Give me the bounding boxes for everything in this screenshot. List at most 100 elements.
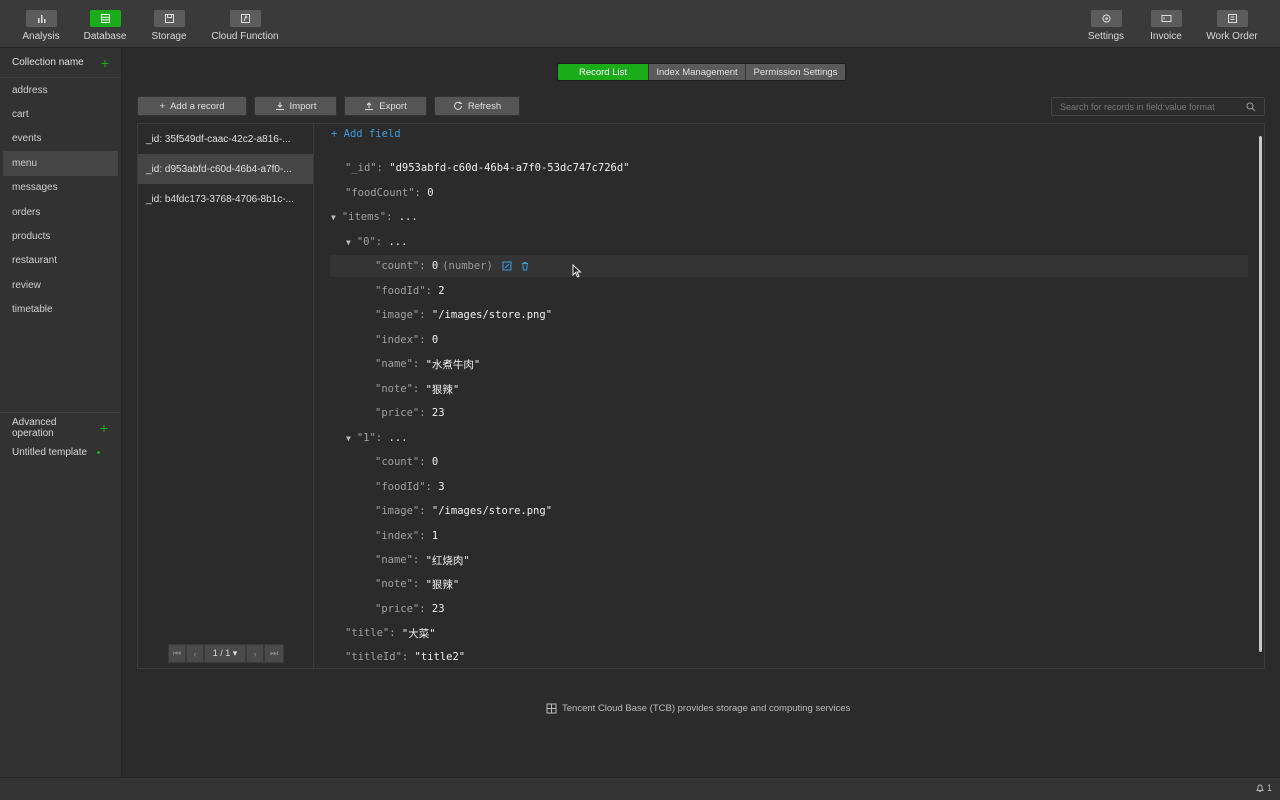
sidebar-item-address[interactable]: address: [0, 78, 121, 102]
field-value: ...: [388, 236, 408, 248]
search-icon[interactable]: [1246, 102, 1256, 112]
toolbar-cloud-function-button[interactable]: Cloud Function: [211, 0, 279, 48]
sidebar-item-menu[interactable]: menu: [3, 151, 118, 176]
next-page-button[interactable]: ›: [246, 644, 264, 663]
field-row[interactable]: "index": 1: [375, 525, 438, 547]
tab-permission-settings[interactable]: Permission Settings: [745, 64, 845, 80]
prev-page-button[interactable]: ‹: [186, 644, 204, 663]
field-row[interactable]: "foodId": 2: [375, 280, 445, 302]
field-key: "name":: [375, 358, 420, 370]
toolbar-database-button[interactable]: Database: [84, 0, 126, 48]
sidebar-item-timetable[interactable]: timetable: [0, 298, 121, 322]
field-value: "水煮牛肉": [425, 358, 481, 371]
footer-note: Tencent Cloud Base (TCB) provides storag…: [546, 703, 850, 714]
field-key: "note":: [375, 383, 420, 395]
add-record-button[interactable]: + Add a record: [137, 96, 247, 116]
toolbar-analysis-label: Analysis: [22, 31, 60, 42]
record-search-input[interactable]: Search for records in field:value format: [1051, 97, 1265, 116]
field-row[interactable]: "foodId": 3: [375, 476, 445, 498]
document-viewer: + Add field "_id": "d953abfd-c60d-46b4-a…: [315, 124, 1264, 668]
sidebar-item-cart[interactable]: cart: [0, 102, 121, 126]
sidebar-item-orders[interactable]: orders: [0, 200, 121, 224]
field-row[interactable]: "name": "水煮牛肉": [375, 353, 480, 375]
sidebar-item-messages[interactable]: messages: [0, 176, 121, 200]
toolbar-storage-label: Storage: [151, 31, 187, 42]
trash-icon[interactable]: [520, 261, 530, 271]
field-value: "大菜": [401, 627, 436, 640]
add-field-button[interactable]: + Add field: [331, 128, 401, 140]
field-key: "0":: [356, 236, 383, 248]
field-row-item-0[interactable]: ▼ "0": ...: [346, 231, 407, 253]
field-row[interactable]: "foodCount": 0: [345, 182, 434, 204]
field-row[interactable]: "note": "狠辣": [375, 378, 459, 400]
field-row[interactable]: "index": 0: [375, 329, 438, 351]
record-item[interactable]: _id: 35f549df-caac-42c2-a816-...: [138, 124, 313, 154]
sidebar-divider: [0, 412, 120, 413]
sidebar-item-restaurant[interactable]: restaurant: [0, 249, 121, 273]
field-key: "_id":: [345, 162, 383, 174]
field-key: "items":: [341, 211, 393, 223]
gear-icon: [1090, 10, 1122, 27]
field-value: 23: [431, 603, 445, 615]
advanced-operation-row[interactable]: Advanced operation +: [0, 416, 120, 440]
field-row[interactable]: "image": "/images/store.png": [375, 500, 552, 522]
field-row[interactable]: "title": "大菜": [345, 622, 436, 644]
collapse-triangle-icon[interactable]: ▼: [331, 213, 336, 222]
toolbar-storage-button[interactable]: Storage: [150, 0, 188, 48]
toolbar-invoice-button[interactable]: Invoice: [1148, 0, 1184, 48]
field-row[interactable]: "_id": "d953abfd-c60d-46b4-a7f0-53dc747c…: [345, 157, 629, 179]
import-button[interactable]: Import: [254, 96, 337, 116]
field-row[interactable]: "price": 23: [375, 402, 445, 424]
add-field-label: Add field: [343, 128, 401, 140]
collapse-triangle-icon[interactable]: ▼: [346, 434, 351, 443]
tab-record-list[interactable]: Record List: [558, 64, 648, 80]
field-row-item-1[interactable]: ▼ "1": ...: [346, 427, 407, 449]
import-label: Import: [289, 100, 317, 112]
field-key: "titleId":: [345, 651, 409, 663]
toolbar-settings-label: Settings: [1087, 31, 1125, 42]
field-key: "foodId":: [375, 481, 432, 493]
cloud-function-icon: [229, 10, 261, 27]
export-button[interactable]: Export: [344, 96, 427, 116]
field-key: "1":: [356, 432, 383, 444]
field-row[interactable]: "name": "红烧肉": [375, 549, 470, 571]
search-placeholder: Search for records in field:value format: [1060, 101, 1215, 112]
collapse-triangle-icon[interactable]: ▼: [346, 238, 351, 247]
untitled-template-label: Untitled template: [12, 447, 88, 459]
tab-index-management[interactable]: Index Management: [648, 64, 745, 80]
field-value: "d953abfd-c60d-46b4-a7f0-53dc747c726d": [389, 162, 630, 174]
sidebar-item-review[interactable]: review: [0, 273, 121, 297]
toolbar-analysis-button[interactable]: Analysis: [21, 0, 61, 48]
edit-icon[interactable]: [502, 261, 512, 271]
database-icon: [89, 10, 121, 27]
field-row[interactable]: "count": 0: [375, 451, 438, 473]
untitled-template-row[interactable]: Untitled template: [0, 440, 120, 464]
record-item[interactable]: _id: b4fdc173-3768-4706-8b1c-...: [138, 184, 313, 214]
add-advanced-icon[interactable]: +: [100, 421, 108, 435]
page-select[interactable]: 1 / 1 ▾: [204, 644, 246, 663]
record-item[interactable]: _id: d953abfd-c60d-46b4-a7f0-...: [138, 154, 313, 184]
toolbar-settings-button[interactable]: Settings: [1086, 0, 1126, 48]
last-page-button[interactable]: ⏭: [264, 644, 284, 663]
field-row[interactable]: "image": "/images/store.png": [375, 304, 552, 326]
field-row[interactable]: "price": 23: [375, 598, 445, 620]
field-row[interactable]: "count": 0 (number): [375, 255, 530, 277]
field-row[interactable]: "note": "狠辣": [375, 573, 459, 595]
advanced-operations: Advanced operation + Untitled template: [0, 416, 120, 465]
upload-icon: [365, 102, 374, 110]
pagination: ⏮ ‹ 1 / 1 ▾ › ⏭: [168, 644, 284, 663]
first-page-button[interactable]: ⏮: [168, 644, 186, 663]
notifications[interactable]: 1: [1255, 783, 1272, 793]
field-value: 1: [431, 530, 439, 542]
add-collection-icon[interactable]: +: [101, 56, 109, 70]
sidebar-item-events[interactable]: events: [0, 127, 121, 151]
field-key: "title":: [345, 627, 396, 639]
sidebar-item-products[interactable]: products: [0, 224, 121, 248]
field-value: 0: [431, 456, 439, 468]
field-row-items[interactable]: ▼ "items": ...: [331, 206, 418, 228]
field-row[interactable]: "titleId": "title2": [345, 646, 465, 668]
toolbar-work-order-button[interactable]: Work Order: [1206, 0, 1258, 48]
vertical-scrollbar[interactable]: [1259, 136, 1262, 652]
bar-chart-icon: [25, 10, 57, 27]
refresh-button[interactable]: Refresh: [434, 96, 520, 116]
